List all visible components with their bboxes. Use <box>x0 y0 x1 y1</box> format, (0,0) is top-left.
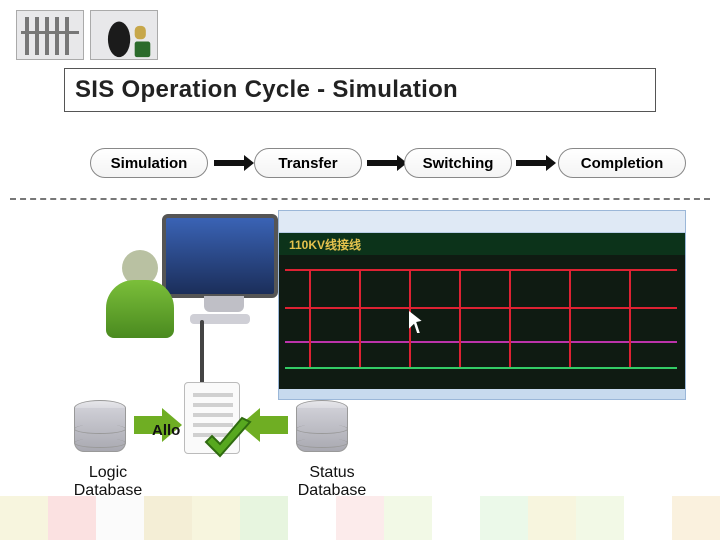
app-banner: 110KV线接线 <box>279 233 685 255</box>
scada-screenshot: 110KV线接线 <box>278 210 686 400</box>
arrow-icon <box>367 160 397 166</box>
operator-icon <box>100 250 182 342</box>
caption-status-db: Status Database <box>272 464 392 500</box>
stage-switching: Switching <box>404 148 512 178</box>
header-thumb-device <box>90 10 158 60</box>
window-chrome <box>279 211 685 233</box>
decorative-tiles <box>0 496 720 540</box>
logic-database-icon <box>74 400 126 456</box>
checkmark-icon <box>202 414 254 466</box>
monitor-stand <box>190 314 250 324</box>
arrow-icon <box>516 160 546 166</box>
window-footer <box>279 389 685 399</box>
page-title-bar: SIS Operation Cycle - Simulation <box>64 68 656 112</box>
cursor-icon <box>409 311 427 333</box>
page-title: SIS Operation Cycle - Simulation <box>75 76 458 104</box>
status-database-icon <box>296 400 348 456</box>
header-thumb-substation <box>16 10 84 60</box>
allow-label: Allo <box>152 422 180 439</box>
scada-diagram <box>279 255 685 389</box>
caption-logic-db: Logic Database <box>48 464 168 500</box>
divider-dashed <box>10 198 710 200</box>
stage-completion: Completion <box>558 148 686 178</box>
stage-simulation: Simulation <box>90 148 208 178</box>
stage-transfer: Transfer <box>254 148 362 178</box>
arrow-icon <box>214 160 244 166</box>
connector-line <box>200 320 204 384</box>
